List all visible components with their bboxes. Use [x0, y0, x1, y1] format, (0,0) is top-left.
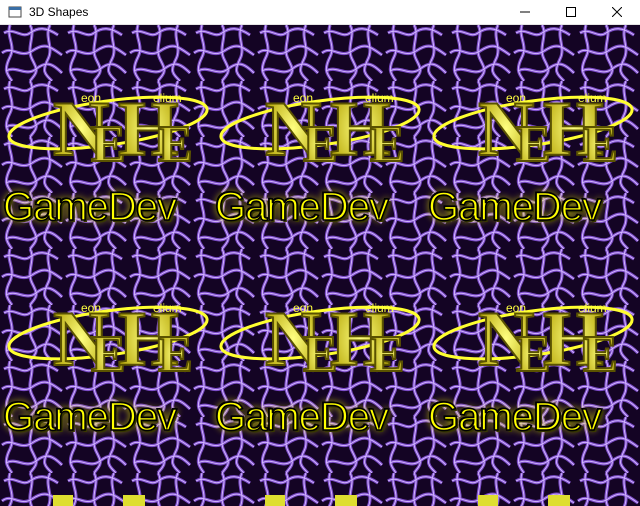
logo-tile: N E H E eon elium GameDev [214, 283, 425, 453]
gamedev-caption: GameDev [427, 184, 603, 230]
nehe-logo-icon: N E H E [432, 294, 634, 383]
app-window-icon [7, 4, 23, 20]
logo-tile: N E H E eon elium GameDev [2, 73, 213, 243]
svg-text:E: E [158, 326, 193, 383]
nehe-logo-icon: N E H E [7, 84, 209, 173]
gamedev-caption: GameDev [2, 394, 178, 440]
nehe-logo-icon: N E H E [432, 84, 634, 173]
nehe-logo-icon: N E H E [219, 84, 421, 173]
minimize-icon [520, 11, 530, 13]
brand-right-label: elium [365, 91, 394, 105]
svg-text:E: E [583, 116, 618, 173]
minimize-button[interactable] [502, 0, 548, 24]
maximize-button[interactable] [548, 0, 594, 24]
app-window: 3D Shapes N E H E eon elium GameDev N E … [0, 0, 640, 506]
nehe-logo-icon: N E H E [7, 294, 209, 383]
svg-text:E: E [370, 326, 405, 383]
window-title: 3D Shapes [29, 5, 89, 19]
gamedev-caption: GameDev [2, 184, 178, 230]
maximize-icon [566, 7, 576, 17]
brand-left-label: eon [81, 301, 102, 315]
gamedev-caption: GameDev [427, 394, 603, 440]
svg-text:E: E [158, 116, 193, 173]
gamedev-caption: GameDev [214, 184, 390, 230]
brand-right-label: elium [365, 301, 394, 315]
logo-tile: N E H E eon elium GameDev [214, 73, 425, 243]
brand-right-label: elium [578, 91, 607, 105]
title-bar[interactable]: 3D Shapes [0, 0, 640, 25]
nehe-logo-icon: N E H E [219, 294, 421, 383]
brand-left-label: eon [506, 301, 527, 315]
gamedev-caption: GameDev [214, 394, 390, 440]
brand-right-label: elium [153, 91, 182, 105]
brand-right-label: elium [153, 301, 182, 315]
logo-tile: N E H E eon elium GameDev [427, 283, 638, 453]
brand-left-label: eon [81, 91, 102, 105]
brand-left-label: eon [506, 91, 527, 105]
svg-text:E: E [370, 116, 405, 173]
brand-left-label: eon [293, 91, 314, 105]
render-viewport[interactable]: N E H E eon elium GameDev N E H E eon el… [0, 25, 640, 506]
brand-right-label: elium [578, 301, 607, 315]
close-button[interactable] [594, 0, 640, 24]
logo-tile: N E H E eon elium GameDev [427, 73, 638, 243]
svg-text:E: E [583, 326, 618, 383]
logo-tile: N E H E eon elium GameDev [2, 283, 213, 453]
brand-left-label: eon [293, 301, 314, 315]
close-icon [612, 7, 622, 17]
nehe-logo-partial-icon [53, 495, 570, 506]
